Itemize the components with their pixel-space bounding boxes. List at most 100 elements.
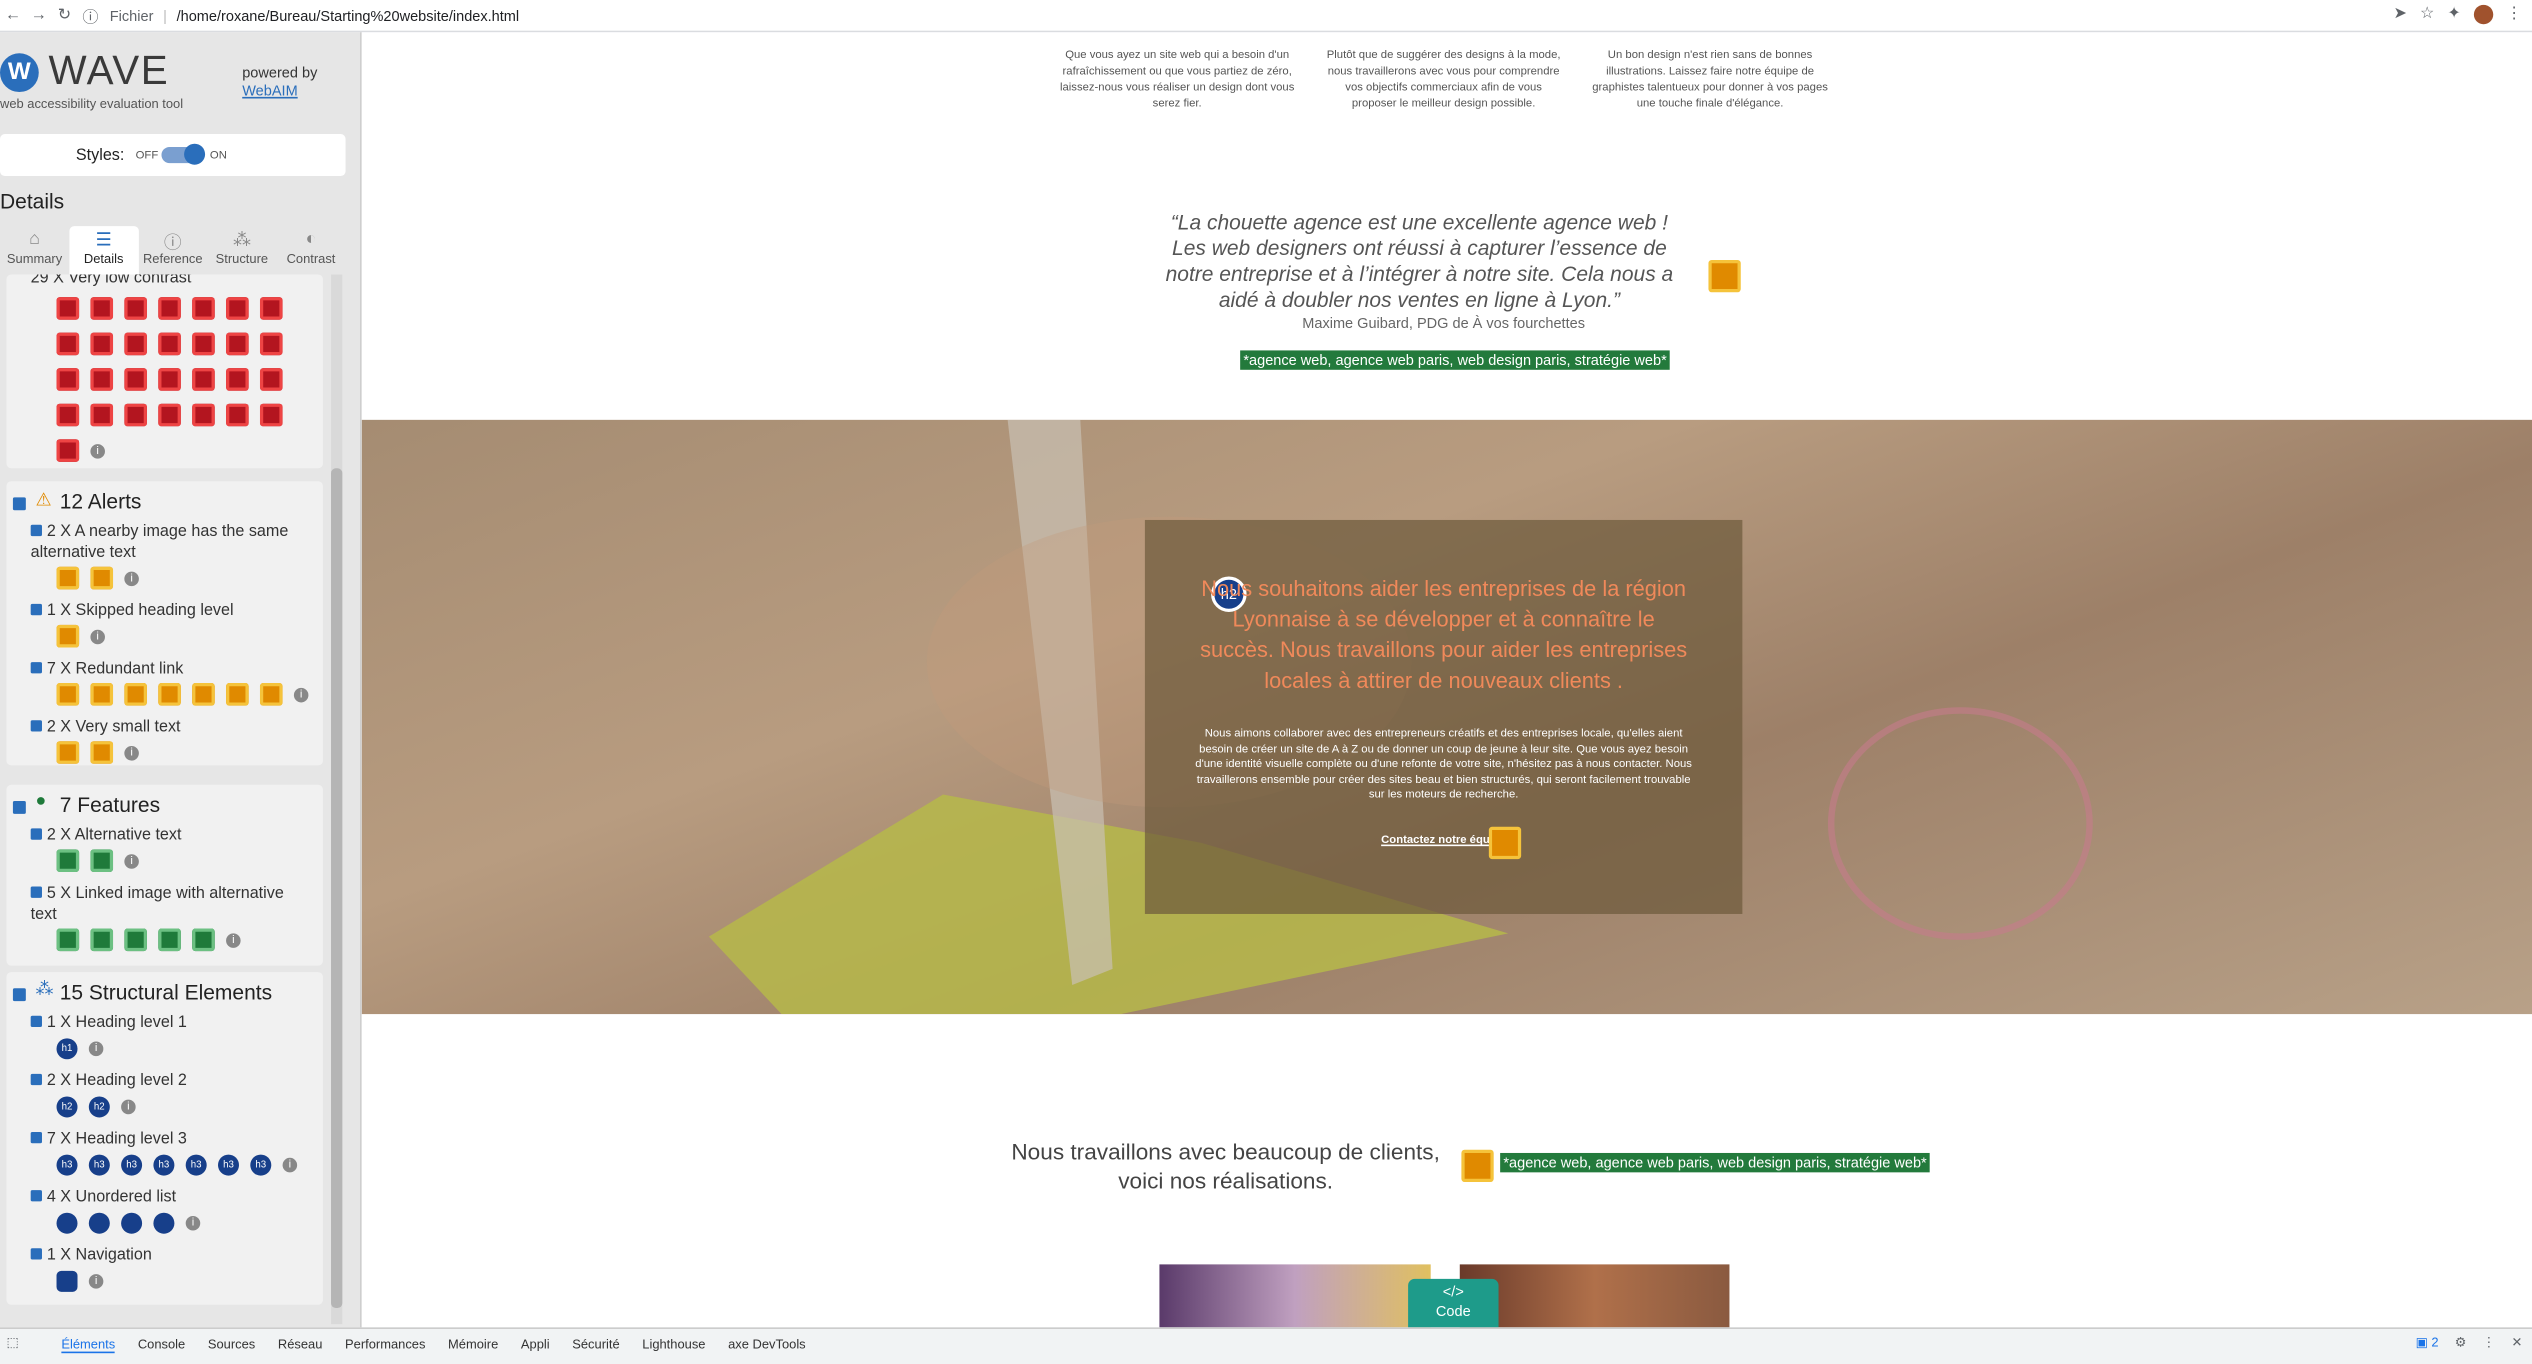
devtools-tab-lighthouse[interactable]: Lighthouse bbox=[642, 1337, 705, 1353]
alert-image-icon[interactable] bbox=[1708, 259, 1741, 293]
tab-structure[interactable]: ⁂ Structure bbox=[207, 226, 276, 274]
structure-item[interactable]: 2 X Heading level 2 bbox=[30, 1071, 314, 1092]
issues-badge[interactable]: ▣ 2 bbox=[2416, 1335, 2439, 1350]
linked-image-feature-icon[interactable] bbox=[90, 928, 114, 952]
settings-gear-icon[interactable]: ⚙ bbox=[2455, 1335, 2467, 1350]
h2-icon[interactable]: h2 bbox=[56, 1096, 78, 1118]
info-icon[interactable]: i bbox=[226, 932, 241, 948]
devtools-tab-memory[interactable]: Mémoire bbox=[448, 1337, 498, 1353]
contrast-error-icon[interactable] bbox=[226, 332, 249, 356]
item-checkbox[interactable] bbox=[30, 1248, 42, 1260]
linked-image-feature-icon[interactable] bbox=[56, 928, 80, 952]
alert-item[interactable]: 1 X Skipped heading level bbox=[30, 601, 314, 622]
features-checkbox[interactable] bbox=[12, 800, 26, 814]
item-checkbox[interactable] bbox=[30, 603, 42, 616]
contrast-error-icon[interactable] bbox=[158, 332, 181, 356]
inspect-icon[interactable]: ⬚ bbox=[6, 1335, 18, 1350]
info-icon[interactable]: i bbox=[88, 1274, 104, 1289]
contrast-error-icon[interactable] bbox=[56, 368, 80, 391]
devtools-tab-security[interactable]: Sécurité bbox=[572, 1337, 619, 1353]
info-icon[interactable]: i bbox=[121, 1099, 136, 1115]
redundant-link-alert-icon[interactable] bbox=[90, 683, 114, 706]
item-checkbox[interactable] bbox=[30, 720, 42, 732]
contrast-error-icon[interactable] bbox=[56, 439, 80, 462]
redundant-link-alert-icon[interactable] bbox=[226, 683, 249, 706]
structure-item[interactable]: 1 X Navigation bbox=[30, 1245, 314, 1266]
structure-item[interactable]: 7 X Heading level 3 bbox=[30, 1129, 314, 1150]
small-text-alert-icon[interactable] bbox=[90, 741, 114, 764]
alt-text-feature-icon[interactable] bbox=[56, 849, 80, 872]
linked-image-feature-icon[interactable] bbox=[192, 928, 215, 952]
alert-image-icon[interactable] bbox=[1461, 1149, 1494, 1183]
contrast-error-icon[interactable] bbox=[259, 403, 283, 427]
tab-summary[interactable]: ⌂ Summary bbox=[0, 226, 69, 274]
structure-checkbox[interactable] bbox=[12, 988, 26, 1002]
devtools-tab-sources[interactable]: Sources bbox=[208, 1337, 255, 1353]
h3-icon[interactable]: h3 bbox=[121, 1154, 143, 1176]
alt-text-feature-icon[interactable] bbox=[90, 849, 114, 872]
info-icon[interactable]: i bbox=[282, 1157, 298, 1173]
profile-avatar[interactable] bbox=[2473, 4, 2494, 25]
contrast-error-icon[interactable] bbox=[158, 368, 181, 391]
info-icon[interactable]: i bbox=[124, 745, 139, 760]
item-checkbox[interactable] bbox=[30, 828, 42, 840]
contrast-error-icon[interactable] bbox=[124, 297, 147, 320]
contrast-error-icon[interactable] bbox=[192, 332, 215, 356]
contrast-error-icon[interactable] bbox=[226, 297, 249, 320]
contrast-error-icon[interactable] bbox=[124, 403, 147, 427]
contrast-error-icon[interactable] bbox=[158, 403, 181, 427]
h3-icon[interactable]: h3 bbox=[250, 1154, 272, 1176]
contrast-error-icon[interactable] bbox=[259, 368, 283, 391]
item-checkbox[interactable] bbox=[30, 1131, 42, 1144]
devtools-tab-network[interactable]: Réseau bbox=[278, 1337, 323, 1353]
contrast-error-icon[interactable] bbox=[90, 368, 114, 391]
h3-icon[interactable]: h3 bbox=[88, 1154, 110, 1176]
item-checkbox[interactable] bbox=[30, 1190, 42, 1202]
navigation-icon[interactable] bbox=[56, 1270, 78, 1292]
contrast-error-icon[interactable] bbox=[56, 403, 80, 427]
devtools-tab-console[interactable]: Console bbox=[138, 1337, 185, 1353]
item-checkbox[interactable] bbox=[30, 662, 42, 674]
h3-icon[interactable]: h3 bbox=[217, 1154, 239, 1176]
tab-reference[interactable]: ⓘ Reference bbox=[138, 226, 207, 274]
skipped-heading-alert-icon[interactable] bbox=[56, 624, 80, 648]
unordered-list-icon[interactable] bbox=[88, 1212, 110, 1234]
info-icon[interactable]: i bbox=[90, 628, 105, 644]
alerts-checkbox[interactable] bbox=[12, 497, 26, 511]
redundant-link-alert-icon[interactable] bbox=[56, 683, 80, 706]
contrast-error-icon[interactable] bbox=[56, 297, 80, 320]
forward-icon[interactable]: → bbox=[26, 6, 52, 24]
info-icon[interactable]: i bbox=[88, 1041, 104, 1057]
unordered-list-icon[interactable] bbox=[121, 1212, 143, 1234]
item-checkbox[interactable] bbox=[30, 524, 42, 537]
menu-icon[interactable]: ⋮ bbox=[2506, 5, 2522, 24]
h1-icon[interactable]: h1 bbox=[56, 1038, 78, 1060]
contrast-error-icon[interactable] bbox=[259, 297, 283, 320]
tab-contrast[interactable]: ◐ Contrast bbox=[276, 226, 345, 274]
same-alt-alert-icon[interactable] bbox=[56, 566, 80, 590]
item-checkbox[interactable] bbox=[30, 1015, 42, 1028]
close-icon[interactable]: ✕ bbox=[2511, 1335, 2522, 1350]
contrast-error-icon[interactable] bbox=[90, 403, 114, 427]
structure-item[interactable]: 1 X Heading level 1 bbox=[30, 1012, 314, 1033]
redundant-link-alert-icon[interactable] bbox=[192, 683, 215, 706]
info-icon[interactable]: i bbox=[293, 687, 309, 702]
small-text-alert-icon[interactable] bbox=[56, 741, 80, 764]
details-panel[interactable]: 29 X Very low contrast i ⚠ 12 Alerts 2 X… bbox=[6, 274, 326, 1325]
contrast-error-icon[interactable] bbox=[192, 368, 215, 391]
back-icon[interactable]: ← bbox=[0, 6, 26, 24]
info-icon[interactable]: i bbox=[90, 443, 105, 458]
unordered-list-icon[interactable] bbox=[56, 1212, 78, 1234]
contrast-error-icon[interactable] bbox=[56, 332, 80, 356]
contrast-error-icon[interactable] bbox=[90, 297, 114, 320]
reload-icon[interactable]: ↻ bbox=[52, 6, 78, 24]
contrast-error-icon[interactable] bbox=[192, 403, 215, 427]
webaim-link[interactable]: WebAIM bbox=[242, 82, 297, 98]
tab-details[interactable]: ☰ Details bbox=[69, 226, 139, 275]
contrast-error-icon[interactable] bbox=[124, 332, 147, 356]
share-icon[interactable]: ➤ bbox=[2394, 5, 2408, 24]
h3-icon[interactable]: h3 bbox=[185, 1154, 207, 1176]
redundant-link-alert-icon[interactable] bbox=[1488, 826, 1522, 860]
redundant-link-alert-icon[interactable] bbox=[259, 683, 283, 706]
more-options-icon[interactable]: ⋮ bbox=[2482, 1335, 2495, 1350]
